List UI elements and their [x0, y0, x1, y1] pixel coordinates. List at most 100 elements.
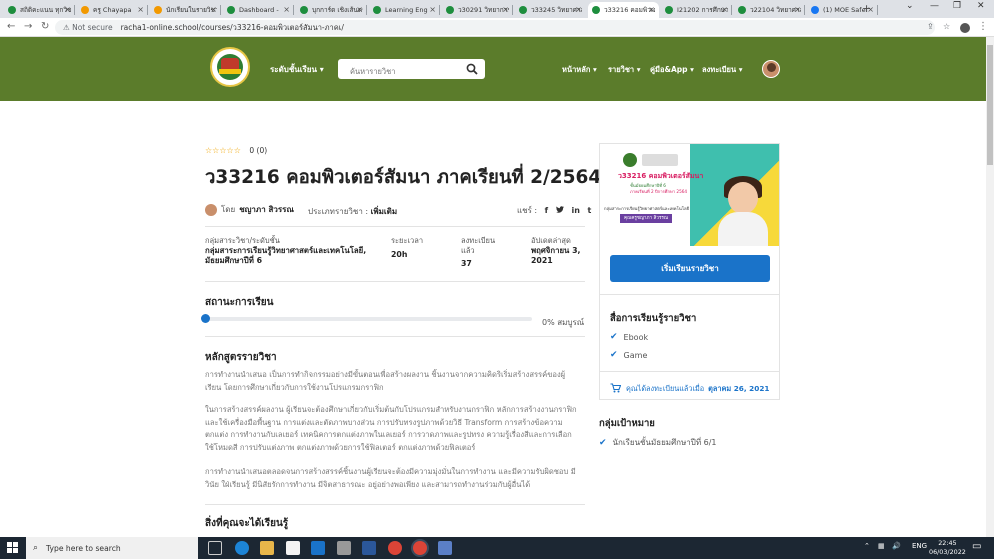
task-view-icon[interactable] — [208, 541, 222, 555]
target-group-heading: กลุ่มเป้าหมาย — [599, 418, 655, 429]
scrollbar-thumb[interactable] — [987, 45, 993, 165]
calculator-icon[interactable] — [438, 541, 452, 555]
volume-icon[interactable]: 🔊 — [892, 542, 901, 550]
maximize-button[interactable]: ❐ — [953, 1, 961, 11]
close-tab-icon[interactable]: × — [429, 5, 436, 14]
close-tab-icon[interactable]: × — [575, 5, 582, 14]
page-scrollbar[interactable] — [986, 37, 994, 537]
browser-tab[interactable]: ว30291 วิทยาการ × — [442, 2, 513, 18]
close-tab-icon[interactable]: × — [283, 5, 290, 14]
browser-menu-icon[interactable]: ⋮ — [978, 21, 988, 32]
taskbar-clock[interactable]: 22:45 06/03/2022 — [929, 539, 966, 557]
close-tab-icon[interactable]: × — [64, 5, 71, 14]
course-progress-bar — [201, 314, 532, 323]
browser-tab[interactable]: Dashboard - × — [223, 2, 294, 18]
tumblr-icon[interactable]: t — [587, 206, 591, 215]
thumb-teacher-name: คุณครูชญาภา สิวรรณ — [620, 214, 673, 223]
word-icon[interactable] — [362, 541, 376, 555]
search-icon[interactable] — [466, 63, 478, 75]
check-icon: ✔ — [610, 332, 618, 342]
tab-favicon-icon — [519, 6, 527, 14]
file-explorer-icon[interactable] — [260, 541, 274, 555]
material-game-link[interactable]: ✔ Game — [610, 350, 647, 360]
nav-courses[interactable]: รายวิชา ▾ — [608, 64, 641, 76]
forward-arrow-icon[interactable]: → — [24, 21, 32, 32]
meta-last-updated: อัปเดตล่าสุด พฤศจิกายน 3, 2021 — [531, 236, 581, 265]
category-menu[interactable]: ระดับชั้นเรียน ▾ — [270, 63, 324, 76]
tab-favicon-icon — [665, 6, 673, 14]
close-window-button[interactable]: ✕ — [977, 1, 985, 11]
thumb-title: ว33216 คอมพิวเตอร์สัมนา — [618, 172, 704, 180]
store-icon[interactable] — [286, 541, 300, 555]
course-rating: ☆☆☆☆☆ 0 (0) — [205, 146, 267, 155]
close-tab-icon[interactable]: × — [356, 5, 363, 14]
taskbar-search[interactable]: ⌕ Type here to search — [26, 537, 198, 559]
linkedin-icon[interactable]: in — [572, 206, 580, 215]
notifications-icon[interactable]: ▭ — [972, 541, 981, 552]
tab-separator — [366, 5, 367, 15]
bookmark-star-icon[interactable]: ☆ — [943, 22, 950, 31]
browser-tab[interactable]: นักเรียนในรายวิชา × — [150, 2, 221, 18]
divider — [205, 226, 585, 227]
browser-tab[interactable]: I21202 การศึกษา × — [661, 2, 732, 18]
mail-icon[interactable] — [311, 541, 325, 555]
course-category: ประเภทรายวิชา : เพิ่มเติม — [308, 207, 398, 216]
start-learning-button[interactable]: เริ่มเรียนรายวิชา — [610, 255, 770, 282]
share-page-icon[interactable]: ⇪ — [927, 22, 934, 31]
minimize-button[interactable]: — — [930, 1, 939, 11]
new-tab-button[interactable]: + — [862, 2, 871, 15]
search-input[interactable] — [338, 61, 458, 82]
close-tab-icon[interactable]: × — [502, 5, 509, 14]
instructor-link[interactable]: ชญาภา สิวรรณ — [239, 203, 294, 216]
browser-tab[interactable]: บุกการ์ด เชิงเส้นตรง× — [296, 2, 367, 18]
not-secure-indicator[interactable]: ⚠ Not secure — [63, 23, 113, 32]
thumb-teacher-face — [728, 182, 758, 214]
materials-heading: สื่อการเรียนรู้รายวิชา — [610, 313, 697, 324]
close-tab-icon[interactable]: × — [648, 5, 655, 14]
browser-tab[interactable]: Learning Eng × — [369, 2, 440, 18]
tray-overflow-icon[interactable]: ⌃ — [864, 542, 870, 550]
tab-separator — [293, 5, 294, 15]
nav-home[interactable]: หน้าหลัก ▾ — [562, 64, 597, 76]
twitter-icon[interactable] — [555, 206, 567, 215]
browser-tab[interactable]: ว22104 วิทยาศาสตร์× — [734, 2, 805, 18]
rating-count: 0 (0) — [249, 146, 268, 155]
url-field[interactable]: ⚠ Not secure racha1-online.school/course… — [55, 20, 950, 35]
browser-tab[interactable]: ครู Chayapa × — [77, 2, 148, 18]
edge-icon[interactable] — [235, 541, 249, 555]
thumb-school-logo — [623, 153, 637, 167]
network-icon[interactable]: ▦ — [878, 542, 885, 550]
close-tab-icon[interactable]: × — [794, 5, 801, 14]
app-icon[interactable] — [337, 541, 351, 555]
chrome-icon[interactable] — [388, 541, 402, 555]
close-tab-icon[interactable]: × — [210, 5, 217, 14]
language-indicator[interactable]: ENG — [912, 542, 927, 550]
meta-duration: ระยะเวลา 20h — [391, 236, 424, 259]
logo-temple-base — [219, 69, 241, 74]
material-ebook-link[interactable]: ✔ Ebook — [610, 332, 648, 342]
browser-tab-strip: สถิติคะแนน ทุกวิชา × ครู Chayapa × นักเรียนใ… — [0, 0, 994, 18]
browser-tab[interactable]: ว33245 วิทยาศาสตร์× — [515, 2, 586, 18]
chrome-active-icon[interactable] — [413, 541, 427, 555]
course-thumbnail[interactable]: ว33216 คอมพิวเตอร์สัมนา ชั้นมัธยมศึกษาปี… — [600, 144, 779, 246]
site-header: ระดับชั้นเรียน ▾ หน้าหลัก ▾ รายวิชา ▾ คู… — [0, 37, 986, 101]
browser-tab[interactable]: ว33216 คอมพิวเตอร์× — [588, 2, 659, 18]
windows-start-icon[interactable] — [7, 542, 18, 553]
nav-register[interactable]: ลงทะเบียน ▾ — [702, 64, 742, 76]
tab-favicon-icon — [592, 6, 600, 14]
back-arrow-icon[interactable]: ← — [7, 21, 15, 32]
tab-search-icon[interactable]: ⌄ — [906, 1, 914, 11]
nav-manual[interactable]: คู่มือ&App ▾ — [650, 64, 694, 76]
profile-avatar-icon[interactable] — [960, 23, 970, 33]
facebook-icon[interactable]: f — [545, 206, 548, 215]
browser-tab[interactable]: สถิติคะแนน ทุกวิชา × — [4, 2, 75, 18]
tab-favicon-icon — [300, 6, 308, 14]
share-links: แชร์ : f in t — [517, 206, 592, 215]
reload-icon[interactable]: ↻ — [41, 21, 49, 32]
category-link[interactable]: เพิ่มเติม — [371, 207, 397, 216]
tab-separator — [74, 5, 75, 15]
close-tab-icon[interactable]: × — [137, 5, 144, 14]
school-logo[interactable] — [210, 47, 250, 87]
close-tab-icon[interactable]: × — [721, 5, 728, 14]
user-avatar[interactable] — [762, 60, 780, 78]
